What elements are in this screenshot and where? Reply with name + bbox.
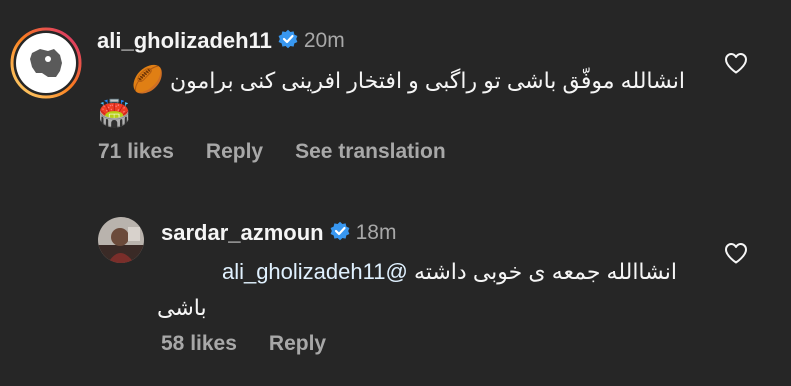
- comment-line-1: انشاالله جمعه ی خوبی داشته @ali_gholizad…: [157, 254, 677, 290]
- comment-body: انشاالله جمعه ی خوبی داشته: [413, 259, 677, 284]
- verified-badge-icon: [330, 221, 350, 246]
- heart-icon[interactable]: [724, 52, 748, 74]
- profile-photo: [98, 217, 144, 263]
- verified-badge-icon: [278, 29, 298, 54]
- reply-button[interactable]: Reply: [269, 332, 326, 356]
- comment-body: انشالله موفّق باشی تو راگبی و افتخار افر…: [169, 68, 685, 93]
- comment-actions: 58 likes Reply: [161, 332, 358, 356]
- username[interactable]: ali_gholizadeh11: [97, 28, 272, 54]
- likes-count[interactable]: 58 likes: [161, 332, 237, 356]
- comment-text: انشاالله جمعه ی خوبی داشته @ali_gholizad…: [157, 254, 677, 326]
- stadium-emoji: 🏟️: [98, 98, 131, 128]
- football-emoji: 🏉: [131, 64, 164, 94]
- comment-line-2: باشی: [157, 295, 207, 320]
- avatar[interactable]: [98, 217, 144, 263]
- likes-count[interactable]: 71 likes: [98, 140, 174, 164]
- username[interactable]: sardar_azmoun: [161, 220, 324, 246]
- timestamp: 20m: [303, 29, 345, 52]
- comment-ali-gholizadeh: ali_gholizadeh11 20m انشالله موفّق باشی …: [0, 0, 791, 190]
- reply-button[interactable]: Reply: [206, 140, 263, 164]
- avatar[interactable]: [10, 27, 82, 99]
- timestamp: 18m: [355, 221, 397, 244]
- comment-header: sardar_azmoun 18m: [161, 220, 396, 246]
- comment-header: ali_gholizadeh11 20m: [97, 28, 345, 54]
- see-translation-button[interactable]: See translation: [295, 140, 446, 164]
- heart-icon[interactable]: [724, 242, 748, 264]
- comment-text: انشالله موفّق باشی تو راگبی و افتخار افر…: [100, 61, 685, 99]
- comment-sardar-azmoun: sardar_azmoun 18m انشاالله جمعه ی خوبی د…: [0, 190, 791, 386]
- mention-link[interactable]: @ali_gholizadeh11: [222, 259, 408, 284]
- comment-actions: 71 likes Reply See translation: [98, 140, 478, 164]
- iran-map-icon: [10, 27, 82, 99]
